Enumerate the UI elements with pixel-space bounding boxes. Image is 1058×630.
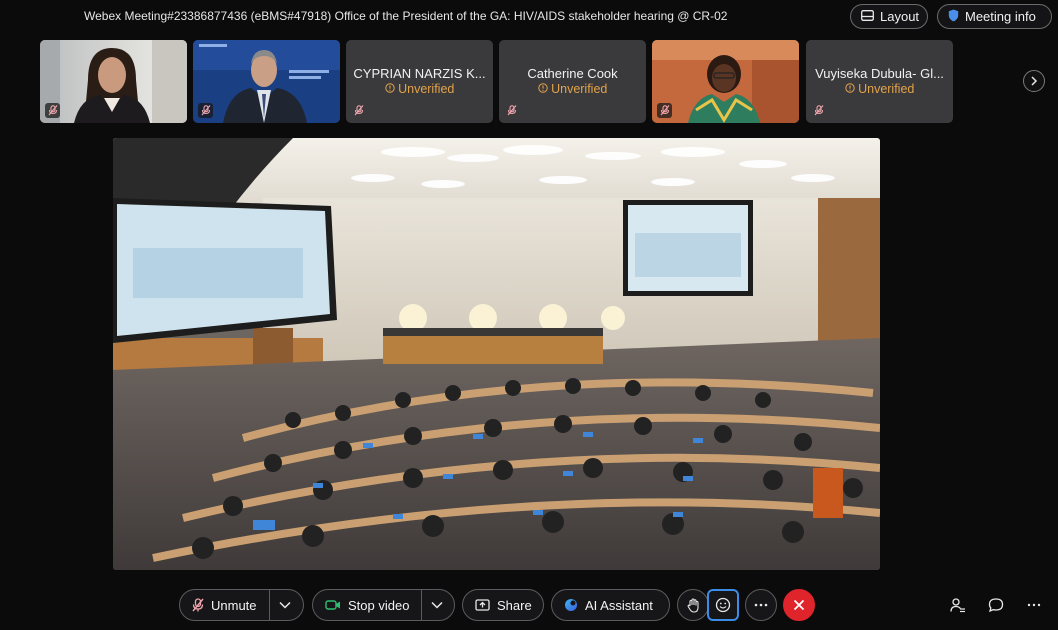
leave-meeting-button[interactable] bbox=[783, 589, 815, 621]
warning-circle-icon bbox=[384, 83, 395, 93]
muted-mic-icon bbox=[48, 105, 57, 116]
muted-mic-icon bbox=[201, 105, 210, 116]
stop-video-label: Stop video bbox=[348, 597, 410, 613]
verification-status: Unverified bbox=[499, 82, 646, 96]
stop-video-button[interactable]: Stop video bbox=[313, 590, 421, 620]
more-horizontal-icon bbox=[754, 603, 768, 607]
more-horizontal-icon bbox=[1027, 603, 1041, 607]
more-options-button[interactable] bbox=[745, 589, 777, 621]
layout-button[interactable]: Layout bbox=[850, 4, 928, 29]
ai-assistant-content: AI Assistant bbox=[552, 590, 665, 620]
mute-indicator bbox=[351, 103, 366, 118]
muted-mic-icon bbox=[814, 105, 823, 116]
participant-video bbox=[652, 40, 799, 123]
participant-name: Catherine Cook bbox=[527, 66, 618, 81]
warning-circle-icon bbox=[844, 83, 855, 93]
video-camera-icon bbox=[325, 600, 340, 610]
unmute-label: Unmute bbox=[211, 597, 257, 613]
main-stage-video[interactable] bbox=[113, 138, 880, 570]
raise-hand-button[interactable] bbox=[677, 589, 709, 621]
mute-indicator bbox=[657, 103, 672, 118]
meeting-title: Webex Meeting#23386877436 (eBMS#47918) O… bbox=[84, 9, 728, 23]
muted-mic-icon bbox=[354, 105, 363, 116]
next-page-button[interactable] bbox=[1023, 70, 1045, 92]
participant-video bbox=[193, 40, 340, 123]
chat-panel-button[interactable] bbox=[983, 592, 1009, 618]
layout-label: Layout bbox=[880, 9, 920, 24]
meeting-info-button[interactable]: Meeting info bbox=[937, 4, 1052, 29]
muted-mic-icon bbox=[192, 598, 204, 612]
video-options-button[interactable] bbox=[422, 590, 452, 620]
smiley-icon bbox=[715, 597, 731, 613]
video-control: Stop video bbox=[312, 589, 455, 621]
conference-room-video bbox=[113, 138, 880, 570]
share-screen-icon bbox=[475, 598, 490, 611]
unmute-control: Unmute bbox=[179, 589, 304, 621]
participant-name: Vuyiseka Dubula- Gl... bbox=[815, 66, 944, 81]
mute-indicator bbox=[45, 103, 60, 118]
participant-tile[interactable]: Vuyiseka Dubula- Gl... Unverified bbox=[806, 40, 953, 123]
verification-status: Unverified bbox=[346, 82, 493, 96]
shield-icon bbox=[948, 9, 959, 25]
chevron-down-icon bbox=[279, 601, 291, 609]
raise-hand-icon bbox=[687, 597, 699, 613]
muted-mic-icon bbox=[660, 105, 669, 116]
webex-meeting-window: Webex Meeting#23386877436 (eBMS#47918) O… bbox=[0, 0, 1058, 630]
warning-circle-icon bbox=[537, 83, 548, 93]
participants-panel-button[interactable] bbox=[945, 592, 971, 618]
share-label: Share bbox=[497, 597, 532, 613]
participant-video bbox=[40, 40, 187, 123]
reactions-button[interactable] bbox=[707, 589, 739, 621]
meeting-controls: Unmute Stop video Share AI Assistant bbox=[0, 586, 1058, 624]
ai-assistant-icon bbox=[565, 599, 577, 611]
chevron-down-icon bbox=[431, 601, 443, 609]
close-icon bbox=[793, 599, 805, 611]
share-content: Share bbox=[463, 590, 544, 620]
mute-indicator bbox=[198, 103, 213, 118]
mute-indicator bbox=[811, 103, 826, 118]
participant-tile[interactable] bbox=[193, 40, 340, 123]
chevron-right-icon bbox=[1031, 76, 1038, 86]
participant-strip: CYPRIAN NARZIS K... Unverified Catherine… bbox=[0, 40, 1058, 124]
share-button[interactable]: Share bbox=[462, 589, 544, 621]
participant-tile[interactable] bbox=[40, 40, 187, 123]
mute-indicator bbox=[504, 103, 519, 118]
unmute-button[interactable]: Unmute bbox=[180, 590, 269, 620]
meeting-info-label: Meeting info bbox=[965, 9, 1036, 24]
participant-tile[interactable]: CYPRIAN NARZIS K... Unverified bbox=[346, 40, 493, 123]
participant-name: CYPRIAN NARZIS K... bbox=[353, 66, 486, 81]
chat-icon bbox=[988, 598, 1004, 613]
ai-assistant-button[interactable]: AI Assistant bbox=[551, 589, 670, 621]
ai-assistant-label: AI Assistant bbox=[585, 597, 653, 613]
participants-icon bbox=[950, 598, 965, 613]
audio-options-button[interactable] bbox=[270, 590, 300, 620]
more-panels-button[interactable] bbox=[1021, 592, 1047, 618]
muted-mic-icon bbox=[507, 105, 516, 116]
verification-status: Unverified bbox=[806, 82, 953, 96]
title-bar: Webex Meeting#23386877436 (eBMS#47918) O… bbox=[0, 0, 1058, 34]
participant-tile[interactable] bbox=[652, 40, 799, 123]
participant-tile[interactable]: Catherine Cook Unverified bbox=[499, 40, 646, 123]
layout-icon bbox=[861, 9, 874, 24]
